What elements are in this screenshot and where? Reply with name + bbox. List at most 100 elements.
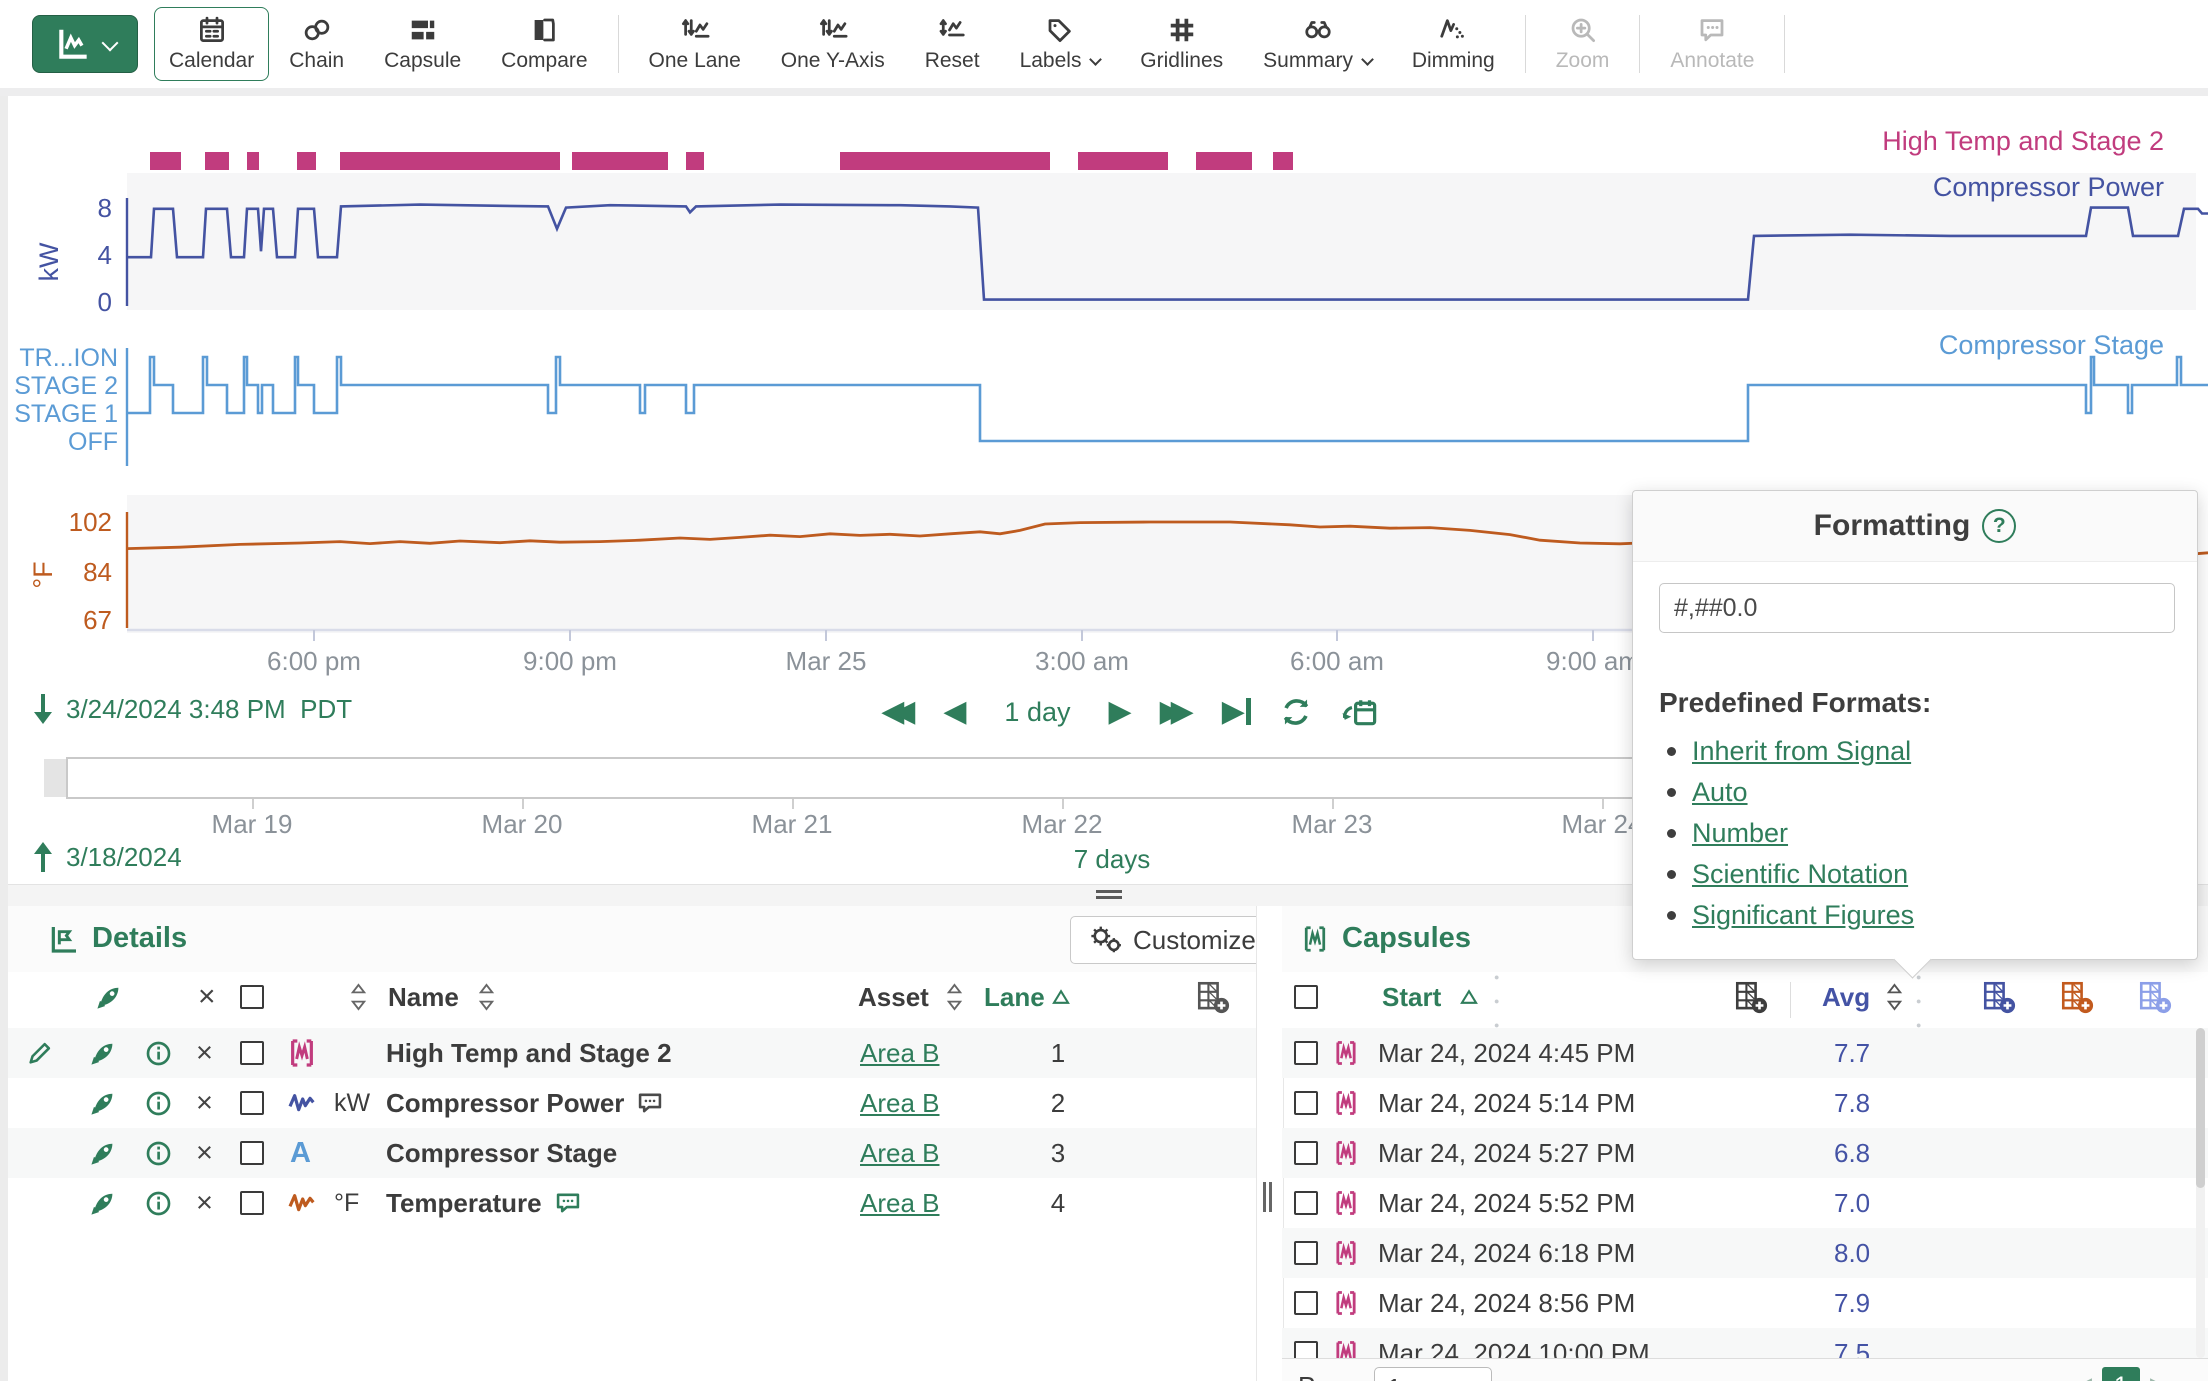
capsule-checkbox[interactable] [1294,1228,1318,1278]
lane-label-stage[interactable]: Compressor Stage [1939,330,2164,361]
capsule-checkbox[interactable] [1294,1078,1318,1128]
investigate-range-start[interactable]: 3/18/2024 [30,840,182,874]
sort-icon-pre-name[interactable] [350,972,367,1022]
item-info-icon[interactable] [144,1028,173,1078]
item-name[interactable]: High Temp and Stage 2 [386,1028,672,1078]
sort-icon[interactable] [478,982,495,1012]
step-back-much-button[interactable]: ◀◀ [881,697,915,727]
column-header-asset[interactable]: Asset [858,972,929,1022]
panel-resize-handle[interactable] [1096,890,1122,900]
capsule-checkbox[interactable] [1294,1028,1318,1078]
panel-resize-handle-vertical[interactable] [1263,1182,1275,1212]
step-to-end-button[interactable]: ▶ [1222,697,1251,727]
capsule-bar[interactable] [1273,152,1293,170]
toolbar-button-capsule[interactable]: Capsule [364,6,481,82]
add-column-icon[interactable] [1982,980,2016,1014]
asset-swap-icon[interactable] [88,1078,118,1128]
add-column-icon[interactable] [2138,980,2172,1014]
capsule-checkbox[interactable] [1294,1178,1318,1228]
predefined-format-link[interactable]: Significant Figures [1692,900,1914,931]
predefined-format-link[interactable]: Scientific Notation [1692,859,1908,890]
capsule-bar[interactable] [686,152,704,170]
item-name[interactable]: Temperature [386,1178,582,1228]
auto-update-icon[interactable] [1279,695,1313,729]
toolbar-button-annotate[interactable]: Annotate [1650,6,1774,82]
page-select[interactable]: 1 [1374,1367,1492,1381]
current-page-button[interactable]: 1 [2102,1367,2140,1381]
item-info-icon[interactable] [144,1128,173,1178]
add-stage-column-button[interactable] [2138,972,2172,1022]
add-column-icon[interactable] [2060,980,2094,1014]
prev-page-button[interactable]: ◀ [2072,1371,2092,1381]
toolbar-button-labels[interactable]: Labels [1000,6,1121,82]
remove-item-icon[interactable]: × [196,1178,213,1228]
capsule-bar[interactable] [297,152,316,170]
sort-direction-lane[interactable] [1052,972,1070,1022]
help-icon[interactable]: ? [1982,509,2016,543]
item-checkbox[interactable] [240,1028,264,1078]
toolbar-button-zoom[interactable]: Zoom [1536,6,1630,82]
item-info-icon[interactable] [144,1178,173,1228]
remove-item-icon[interactable]: × [196,1028,213,1078]
sort-up-icon[interactable] [1460,989,1478,1005]
sort-icon-asset[interactable] [946,972,963,1022]
investigate-range-icon[interactable] [1341,694,1379,730]
toolbar-button-chain[interactable]: Chain [269,6,364,82]
sort-up-icon[interactable] [1052,989,1070,1005]
asset-link[interactable]: Area B [860,1078,940,1128]
overview-brush[interactable] [66,757,1886,799]
capsule-bar[interactable] [572,152,668,170]
capsule-bar[interactable] [150,152,181,170]
asset-link[interactable]: Area B [860,1178,940,1228]
capsule-checkbox[interactable] [1294,1278,1318,1328]
remove-item-icon[interactable]: × [196,1078,213,1128]
capsule-bar[interactable] [840,152,1050,170]
lane-label-power[interactable]: Compressor Power [1933,172,2164,203]
item-name[interactable]: Compressor Stage [386,1128,617,1178]
item-info-icon[interactable] [144,1078,173,1128]
toolbar-button-calendar[interactable]: Calendar [154,7,269,81]
display-range-start[interactable]: 3/24/2024 3:48 PM PDT [30,692,352,726]
column-header-avg[interactable]: Avg [1822,972,1870,1022]
item-name[interactable]: Compressor Power [386,1078,664,1128]
toolbar-button-one-y-axis[interactable]: One Y-Axis [761,6,905,82]
toolbar-button-summary[interactable]: Summary [1243,6,1392,82]
next-page-button[interactable]: ▶ [2150,1371,2170,1381]
asset-swap-icon[interactable] [88,1178,118,1228]
asset-swap-icon[interactable] [88,1028,118,1078]
step-back-button[interactable]: ◀ [943,697,966,727]
asset-link[interactable]: Area B [860,1028,940,1078]
item-checkbox[interactable] [240,1128,264,1178]
sort-icon[interactable] [1886,982,1903,1012]
add-power-column-button[interactable] [1982,972,2016,1022]
step-forward-button[interactable]: ▶ [1108,697,1131,727]
asset-swap-column-icon[interactable] [94,972,124,1022]
toolbar-button-dimming[interactable]: Dimming [1392,6,1515,82]
asset-link[interactable]: Area B [860,1128,940,1178]
remove-item-icon[interactable]: × [196,1128,213,1178]
column-header-name[interactable]: Name [388,972,459,1022]
capsule-bar[interactable] [1196,152,1252,170]
capsule-bar[interactable] [247,152,259,170]
item-checkbox[interactable] [240,1078,264,1128]
start-column-menu[interactable]: ●●● [1494,972,1499,1022]
sort-icon-avg[interactable] [1886,972,1903,1022]
remove-column-icon[interactable]: × [198,972,216,1022]
lane-label-capsules[interactable]: High Temp and Stage 2 [1882,126,2164,157]
sort-icon[interactable] [350,982,367,1012]
edit-icon[interactable] [26,1028,54,1078]
add-column-icon[interactable] [1734,980,1768,1014]
customize-button[interactable]: Customize [1070,916,1275,964]
item-checkbox[interactable] [240,1178,264,1228]
format-string-input[interactable] [1659,583,2175,633]
toolbar-button-one-lane[interactable]: One Lane [629,6,761,82]
capsule-bar[interactable] [205,152,229,170]
capsules-scrollbar[interactable] [2196,1028,2205,1358]
duration-label[interactable]: 1 day [1004,697,1070,728]
add-temp-column-button[interactable] [2060,972,2094,1022]
capsule-bar[interactable] [1078,152,1168,170]
step-forward-much-button[interactable]: ▶▶ [1160,697,1194,727]
predefined-format-link[interactable]: Inherit from Signal [1692,736,1911,767]
toolbar-button-gridlines[interactable]: Gridlines [1120,6,1243,82]
capsule-checkbox[interactable] [1294,1128,1318,1178]
